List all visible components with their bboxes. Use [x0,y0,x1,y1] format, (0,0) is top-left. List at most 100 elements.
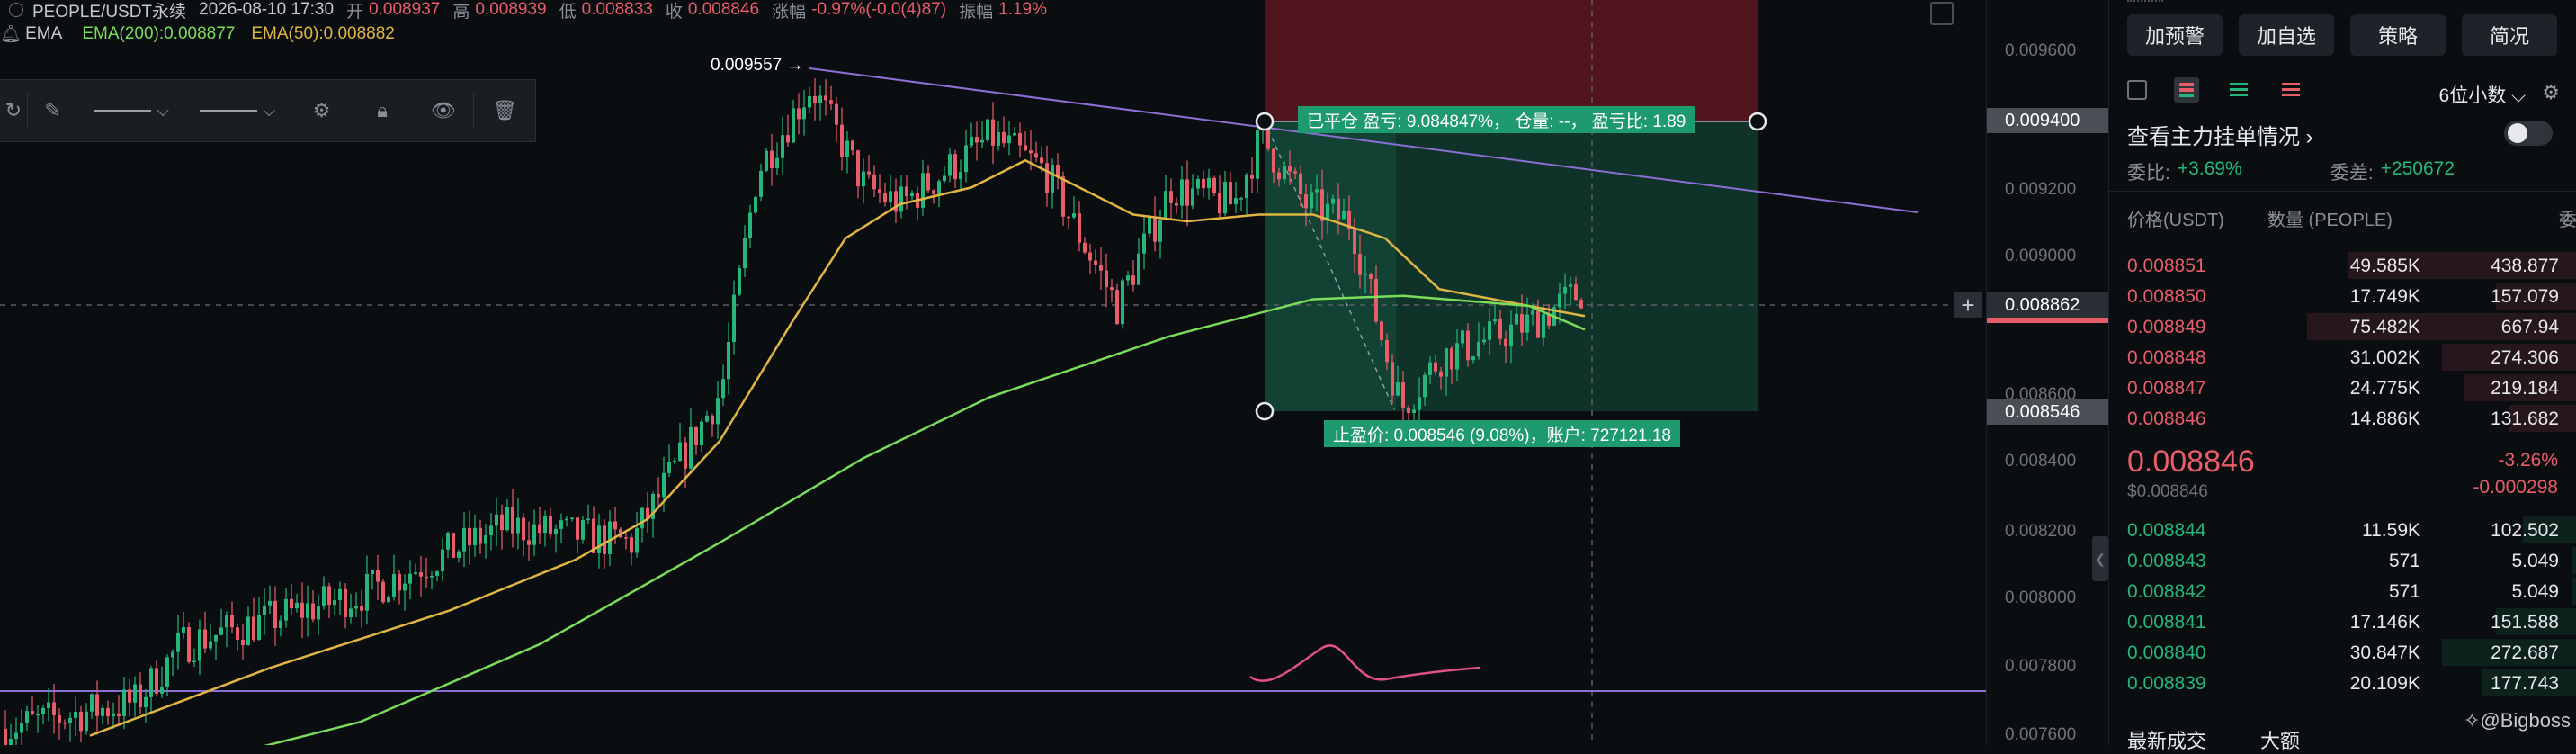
axis-tick: 0.009200 [2005,180,2077,199]
chart-panel[interactable]: PEOPLE/USDT永续 2026-08-10 17:30 开 0.008937… [0,0,2108,745]
candle-body [500,514,504,531]
high-label: 高 [452,2,470,22]
orderbook-row[interactable]: 0.008846 14.886K 131.682 [2109,403,2576,434]
last-price-usd: $0.008846 [2127,482,2208,501]
candle-body [991,119,995,146]
candle-body [921,173,925,208]
main-orders-link[interactable]: 查看主力挂单情况 › [2127,119,2313,150]
orderbook-row[interactable]: 0.008850 17.749K 157.079 [2109,281,2576,311]
row-amount: 177.743 [2491,673,2559,694]
panel-resize-handle[interactable]: ❮ [2092,536,2108,581]
lock-icon[interactable]: 🔒︎ [352,91,413,130]
candle-body [635,528,639,553]
orderbook-row[interactable]: 0.008851 49.585K 438.877 [2109,250,2576,281]
orderbook-row[interactable]: 0.008842 571 5.049 [2109,576,2576,606]
pencil-icon[interactable]: ✎ [28,91,78,130]
watermark: ✧@Bigboss [2464,709,2571,732]
bell-icon[interactable]: 🔔︎ [0,23,22,45]
orderbook-row[interactable]: 0.008843 571 5.049 [2109,545,2576,576]
square-icon[interactable] [2127,80,2147,100]
candle-body [667,462,671,473]
orderbook-row[interactable]: 0.008841 17.146K 151.588 [2109,606,2576,637]
candle-body [759,170,763,197]
ema50-value: EMA(50):0.008882 [251,24,395,43]
candle-body [349,608,353,618]
candle-body [79,711,83,732]
candle-body [187,627,191,662]
drag-handle-dot [1255,112,1275,131]
candle-body [1175,202,1178,206]
candle-body [1013,132,1016,136]
open-label: 开 [346,2,364,22]
add-watchlist-button[interactable]: 加自选 [2239,14,2334,56]
candle-body [9,739,13,745]
settings-icon[interactable]: ⚙ [291,91,353,130]
collapse-icon[interactable] [9,3,23,17]
candle-body [214,634,218,642]
candle-body [268,600,272,606]
orderbook-row[interactable]: 0.008840 30.847K 272.687 [2109,637,2576,668]
add-alert-button[interactable]: 加预警 [2127,14,2223,56]
candle-body [813,95,817,103]
candle-body [1299,173,1302,195]
overview-button[interactable]: 简况 [2462,14,2557,56]
candle-body [673,461,676,462]
line-width-icon [200,110,258,112]
candle-body [241,640,245,646]
candle-body [856,150,860,187]
trade-result-label[interactable]: 已平仓 盈亏: 9.084847%， 仓量: --， 盈亏比: 1.89 [1298,106,1695,133]
candle-body [101,707,104,716]
eye-icon[interactable]: 👁︎ [413,91,474,130]
candle-body [694,426,698,445]
strategy-button[interactable]: 策略 [2350,14,2446,56]
trash-icon[interactable]: 🗑︎ [474,91,535,130]
add-order-icon[interactable]: + [1954,292,1982,319]
line-color-select[interactable]: ⌵ [77,91,184,130]
candle-body [889,191,892,202]
precision-value: 6位小数 [2438,85,2507,106]
gear-icon[interactable]: ⚙ [2542,81,2560,104]
orderbook-row[interactable]: 0.008849 75.482K 667.94 [2109,311,2576,342]
tab-latest-trades[interactable]: 最新成交 [2127,725,2206,754]
orderbook-row[interactable]: 0.008839 20.109K 177.743 [2109,668,2576,698]
candle-body [1563,286,1567,294]
rotate-icon[interactable]: ↻ [0,91,27,130]
both-sides-icon[interactable] [2174,77,2199,103]
take-profit-label[interactable]: 止盈价: 0.008546 (9.08%)，账户: 727121.18 [1324,420,1680,447]
orderbook-row[interactable]: 0.008844 11.59K 102.502 [2109,515,2576,545]
candle-body [781,135,784,158]
line-width-select[interactable]: ⌵ [185,91,291,130]
axis-tick: 0.008600 [2005,385,2077,404]
candle-body [1493,319,1497,322]
fullscreen-icon[interactable] [1930,2,1954,25]
candle-body [964,145,968,173]
candle-body [748,212,752,238]
candle-body [128,689,131,703]
candle-body [430,575,434,578]
ema-indicator-label[interactable]: EMA [25,24,62,44]
ohlc-info-bar: PEOPLE/USDT永续 2026-08-10 17:30 开 0.008937… [0,0,1060,22]
precision-select[interactable]: 6位小数 ⌵ [2439,81,2526,108]
bids-only-icon[interactable] [2226,77,2251,103]
asks-only-icon[interactable] [2278,77,2303,103]
candle-body [829,100,833,104]
open-value: 0.008937 [369,0,441,19]
candle-body [608,521,612,554]
tab-large-trades[interactable]: 大额 [2260,725,2300,754]
price-axis[interactable]: 0.009600 0.009400 0.009200 0.009000 0.00… [1986,0,2108,745]
candle-body [1051,165,1054,193]
candle-body [1315,189,1319,193]
candle-body [1482,339,1486,343]
orderbook-row[interactable]: 0.008848 31.002K 274.306 [2109,342,2576,373]
candle-body [25,711,29,723]
candle-body [1520,313,1524,333]
candle-body [300,602,304,618]
candle-body [862,171,865,187]
candle-body [1169,191,1173,203]
candle-body [317,606,320,620]
candle-body [586,518,590,521]
candle-body [905,186,908,197]
main-orders-toggle[interactable] [2504,121,2553,146]
orderbook-row[interactable]: 0.008847 24.775K 219.184 [2109,373,2576,403]
drag-grip[interactable] [2127,0,2163,4]
